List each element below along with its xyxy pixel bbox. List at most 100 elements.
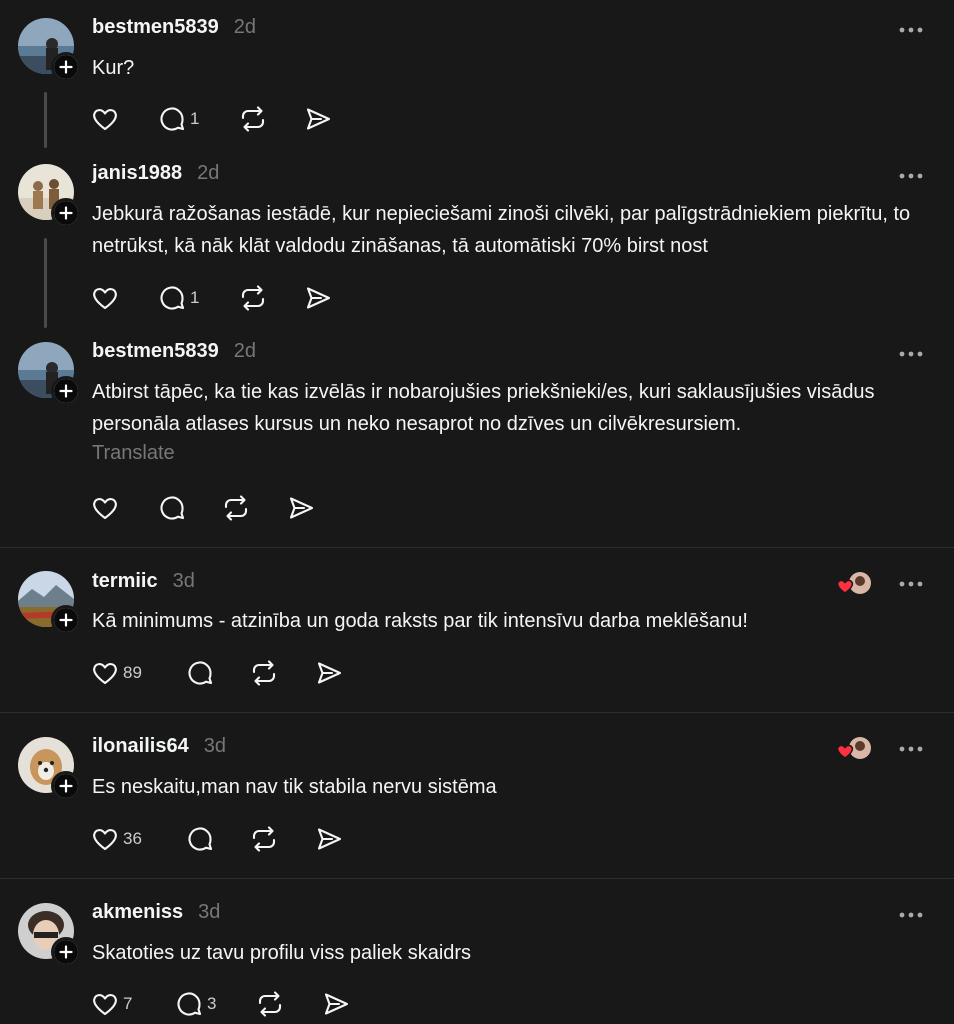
like-count: 7 — [123, 994, 133, 1013]
repost-icon — [224, 495, 248, 521]
like-button[interactable]: 89 — [90, 657, 142, 689]
repost-button[interactable] — [221, 492, 251, 524]
repost-icon — [258, 991, 282, 1017]
repost-button[interactable] — [255, 988, 285, 1020]
reply-button[interactable] — [185, 823, 215, 855]
post-text: Skatoties uz tavu profilu viss paliek sk… — [92, 942, 472, 964]
repost-button[interactable] — [238, 282, 268, 314]
more-button[interactable] — [896, 739, 928, 759]
send-icon — [306, 287, 331, 309]
post-header: bestmen5839 2d — [92, 340, 256, 368]
send-icon — [306, 108, 331, 130]
liked-by-author[interactable] — [836, 571, 872, 597]
repost-icon — [241, 285, 265, 311]
more-button[interactable] — [896, 574, 928, 594]
red-heart-icon — [836, 744, 854, 759]
share-button[interactable] — [314, 657, 344, 689]
more-button[interactable] — [896, 905, 928, 925]
like-button[interactable] — [90, 103, 120, 135]
reply-button[interactable]: 3 — [174, 988, 216, 1020]
timestamp: 2d — [197, 162, 220, 184]
more-button[interactable] — [896, 344, 928, 364]
post-header: akmeniss 3d — [92, 901, 220, 929]
comment-icon — [160, 107, 185, 131]
reply-count: 3 — [207, 994, 217, 1013]
post-text: Atbirst tāpēc, ka tie kas izvēlās ir nob… — [92, 381, 875, 435]
post-text: Kā minimums - atzinība un goda raksts pa… — [92, 610, 748, 632]
heart-icon — [93, 829, 117, 851]
comment-icon — [160, 286, 185, 310]
comment-icon — [160, 496, 185, 520]
share-button[interactable] — [303, 103, 333, 135]
plus-icon — [54, 940, 78, 964]
timestamp: 3d — [172, 570, 195, 592]
more-icon — [899, 581, 923, 587]
share-button[interactable] — [286, 492, 316, 524]
avatar-wrap — [18, 737, 81, 801]
heart-icon — [93, 109, 117, 131]
post-header: ilonailis64 3d — [92, 735, 226, 763]
share-button[interactable] — [321, 988, 351, 1020]
send-icon — [324, 993, 349, 1015]
repost-button[interactable] — [249, 823, 279, 855]
follow-button[interactable] — [51, 771, 81, 801]
like-button[interactable] — [90, 282, 120, 314]
reply-button[interactable] — [185, 657, 215, 689]
heart-icon — [93, 994, 117, 1016]
send-icon — [317, 662, 342, 684]
comment-icon — [177, 992, 202, 1016]
avatar-wrap — [18, 903, 81, 967]
timestamp: 3d — [198, 901, 221, 923]
like-count: 36 — [123, 829, 142, 848]
reply-button[interactable]: 1 — [157, 103, 199, 135]
reply-button[interactable] — [157, 492, 187, 524]
more-button[interactable] — [896, 166, 928, 186]
like-count: 89 — [123, 663, 142, 682]
reply-count: 1 — [190, 288, 200, 307]
translate-link[interactable]: Translate — [92, 442, 175, 465]
username[interactable]: janis1988 — [92, 162, 182, 185]
username[interactable]: ilonailis64 — [92, 735, 189, 758]
avatar-wrap — [18, 342, 81, 406]
timestamp: 3d — [203, 735, 226, 757]
avatar-wrap — [18, 571, 81, 635]
repost-icon — [252, 660, 276, 686]
username[interactable]: akmeniss — [92, 901, 183, 924]
repost-button[interactable] — [249, 657, 279, 689]
share-button[interactable] — [303, 282, 333, 314]
divider — [0, 547, 954, 548]
timestamp: 2d — [233, 340, 256, 362]
plus-icon — [54, 55, 78, 79]
more-icon — [899, 912, 923, 918]
follow-button[interactable] — [51, 198, 81, 228]
thread-line — [44, 238, 47, 328]
follow-button[interactable] — [51, 376, 81, 406]
heart-icon — [93, 663, 117, 685]
red-heart-icon — [836, 579, 854, 594]
username[interactable]: termiic — [92, 570, 158, 593]
liked-by-author[interactable] — [836, 736, 872, 762]
reply-button[interactable]: 1 — [157, 282, 199, 314]
comment-icon — [188, 827, 213, 851]
follow-button[interactable] — [51, 937, 81, 967]
plus-icon — [54, 774, 78, 798]
like-button[interactable] — [90, 492, 120, 524]
repost-button[interactable] — [238, 103, 268, 135]
username[interactable]: bestmen5839 — [92, 16, 219, 39]
follow-button[interactable] — [51, 605, 81, 635]
username[interactable]: bestmen5839 — [92, 340, 219, 363]
plus-icon — [54, 608, 78, 632]
post-text: Jebkurā ražošanas iestādē, kur nepiecieš… — [92, 203, 911, 257]
divider — [0, 878, 954, 879]
repost-icon — [252, 826, 276, 852]
more-icon — [899, 27, 923, 33]
plus-icon — [54, 201, 78, 225]
like-button[interactable]: 7 — [90, 988, 132, 1020]
follow-button[interactable] — [51, 52, 81, 82]
like-button[interactable]: 36 — [90, 823, 142, 855]
share-button[interactable] — [314, 823, 344, 855]
avatar-wrap — [18, 18, 81, 82]
post-header: janis1988 2d — [92, 162, 219, 190]
more-button[interactable] — [896, 20, 928, 40]
more-icon — [899, 351, 923, 357]
